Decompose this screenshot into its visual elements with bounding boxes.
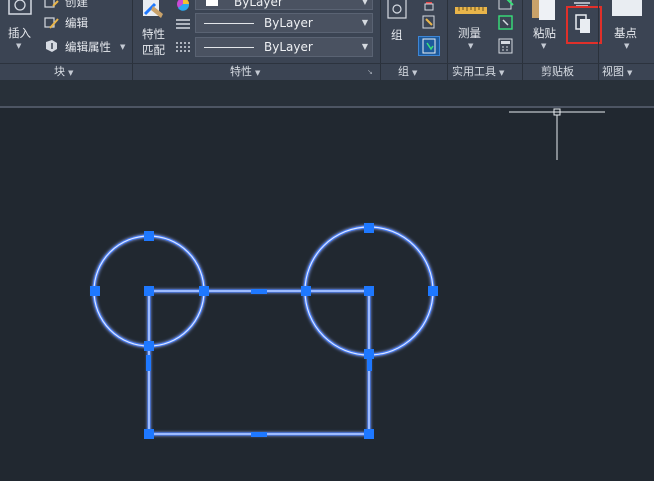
edit-attribute-icon[interactable] [44,38,60,52]
paste-dropdown-arrow[interactable]: ▼ [541,42,546,50]
match-properties-label-1[interactable]: 特性 [142,27,165,41]
linetype-combobox-value: ByLayer [264,16,313,30]
grip-midpoint[interactable] [146,355,151,371]
grip[interactable] [364,223,374,233]
paste-icon[interactable] [530,0,560,22]
grip-midpoint[interactable] [251,289,267,294]
insert-block-icon[interactable] [6,0,36,18]
basepoint-icon[interactable] [610,0,644,20]
group-edit-icon[interactable] [420,14,438,30]
linetype-combobox[interactable]: ByLayer ▼ [195,13,373,33]
measure-button-label[interactable]: 测量 [458,26,481,40]
selected-geometry[interactable] [92,225,435,436]
grip[interactable] [144,341,154,351]
drawing-svg[interactable] [0,108,654,481]
create-block-icon[interactable] [44,0,60,9]
group-icon[interactable] [385,0,409,22]
autocad-window: 插入 ▼ 创建 编辑 编辑属性 ▼ 块 ▼ 特性 匹配 ByLayer ▼ By… [0,0,654,481]
insert-dropdown-arrow[interactable]: ▼ [16,42,21,50]
grip[interactable] [428,286,438,296]
group-button-label[interactable]: 组 [391,28,403,42]
group-selection-toggle-icon[interactable] [418,36,440,56]
file-tab-strip [0,80,654,106]
crosshair-cursor [509,108,605,160]
lineweight-combobox-value: ByLayer [264,40,313,54]
color-combobox-value: ByLayer [234,0,283,9]
grip[interactable] [199,286,209,296]
chevron-down-icon[interactable]: ▼ [362,0,368,6]
grip[interactable] [144,429,154,439]
paste-button-label[interactable]: 粘贴 [533,26,556,40]
match-properties-icon[interactable] [141,0,169,22]
ungroup-icon[interactable] [420,0,438,11]
color-swatch [206,0,218,6]
lineweight-combobox[interactable]: ByLayer ▼ [195,37,373,57]
grip[interactable] [301,286,311,296]
drawing-canvas[interactable] [0,108,654,481]
quick-select-icon[interactable] [497,0,515,10]
rectangle[interactable] [147,289,371,436]
edit-attribute-button[interactable]: 编辑属性 [65,40,111,54]
measure-ruler-icon[interactable] [455,0,487,14]
color-wheel-icon[interactable] [176,0,190,11]
basepoint-dropdown-arrow[interactable]: ▼ [624,42,629,50]
edit-block-icon[interactable] [44,15,60,29]
calculator-icon[interactable] [498,38,514,54]
grip[interactable] [144,286,154,296]
grip[interactable] [364,286,374,296]
create-block-button[interactable]: 创建 [65,0,88,9]
match-properties-label-2[interactable]: 匹配 [142,43,165,57]
grip[interactable] [144,231,154,241]
grip-midpoint[interactable] [251,432,267,437]
edit-attribute-dropdown-arrow[interactable]: ▼ [120,43,125,51]
select-all-icon[interactable] [497,15,515,31]
basepoint-button-label[interactable]: 基点 [614,26,637,40]
grip-midpoint[interactable] [367,355,372,371]
ribbon-panel-title-bar [0,63,654,80]
edit-block-button[interactable]: 编辑 [65,16,88,30]
chevron-down-icon[interactable]: ▼ [362,18,368,27]
grip[interactable] [364,429,374,439]
chevron-down-icon[interactable]: ▼ [362,42,368,51]
selection-grips[interactable] [90,223,438,439]
color-combobox[interactable]: ByLayer ▼ [195,0,373,10]
copy-clip-icon[interactable] [566,6,602,44]
insert-button-label[interactable]: 插入 [8,26,31,40]
lineweight-icon[interactable] [175,39,191,53]
grip[interactable] [90,286,100,296]
linetype-icon[interactable] [175,16,191,30]
measure-dropdown-arrow[interactable]: ▼ [468,42,473,50]
